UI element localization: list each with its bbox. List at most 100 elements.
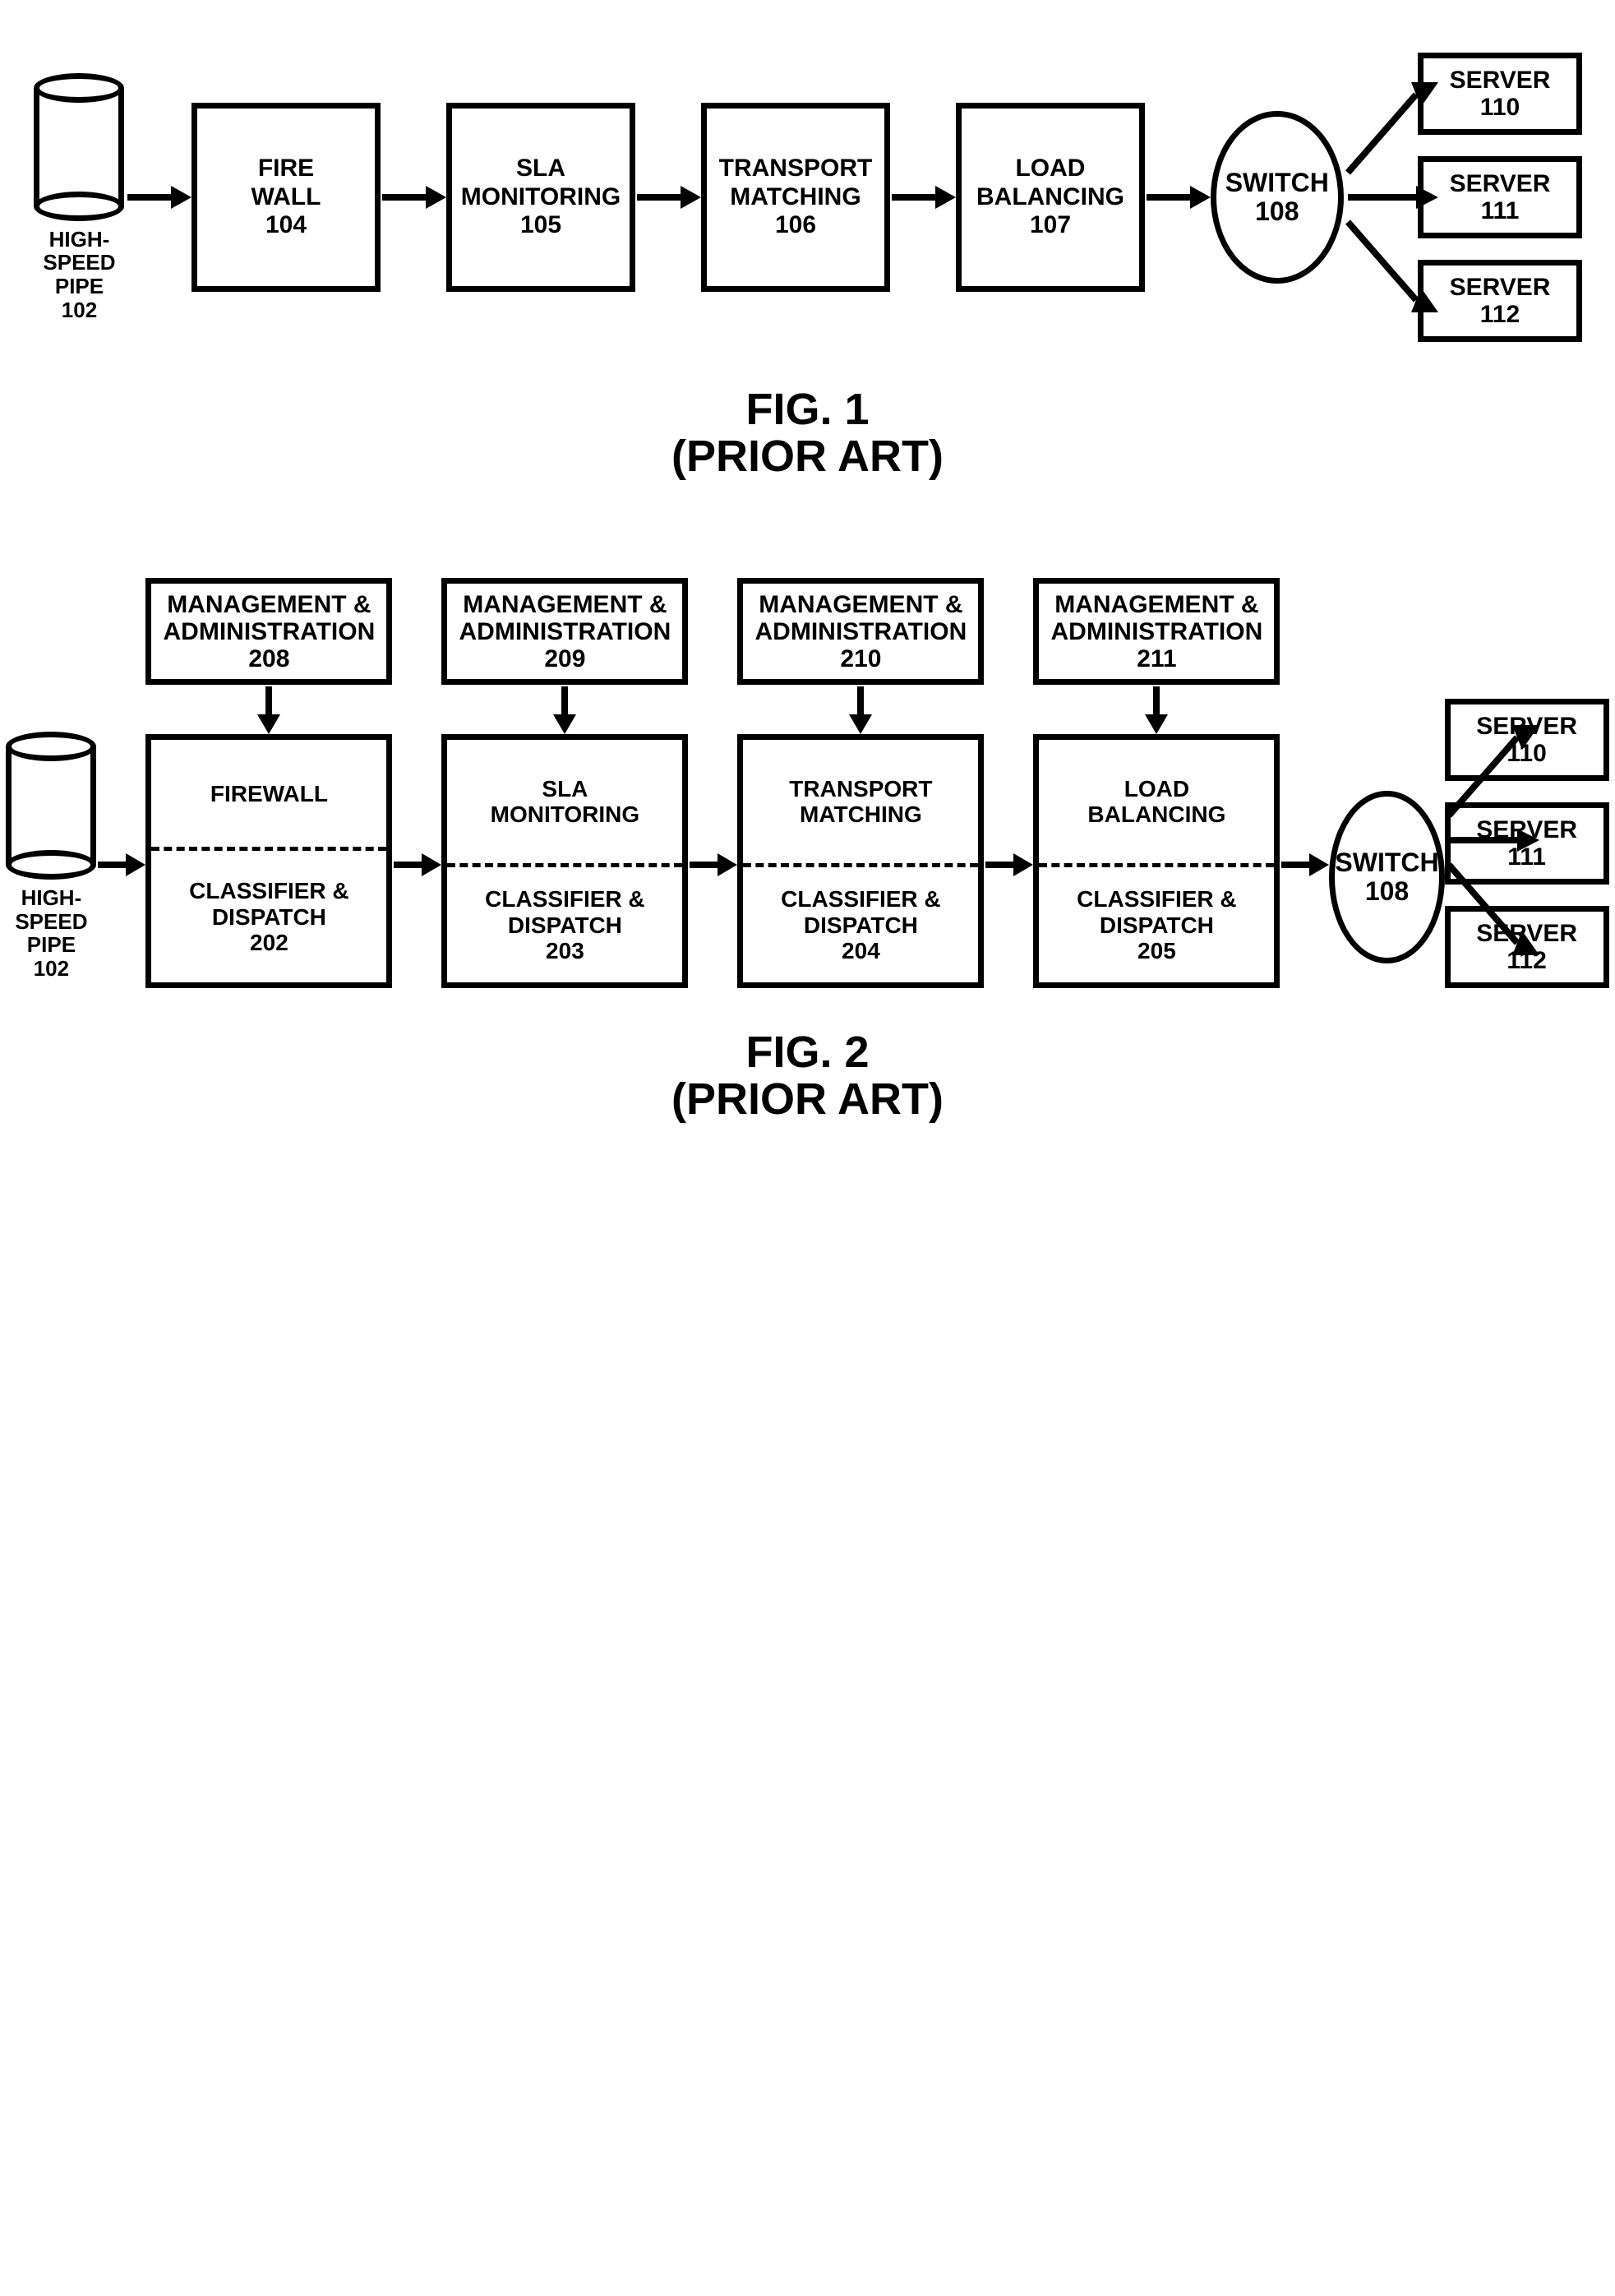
box-line2: WALL bbox=[251, 183, 321, 212]
stack-top-line2: MONITORING bbox=[491, 802, 639, 827]
arrow-right-icon bbox=[688, 848, 737, 881]
load-balancing-box: LOAD BALANCING 107 bbox=[956, 103, 1145, 292]
cd-id: 204 bbox=[842, 938, 880, 963]
server-label: SERVER bbox=[1450, 170, 1551, 197]
box-id: 104 bbox=[265, 211, 307, 240]
caption-line1: FIG. 2 bbox=[745, 1028, 869, 1077]
pipe-label: HIGH-SPEED PIPE 102 bbox=[33, 228, 126, 321]
server-id: 111 bbox=[1481, 197, 1520, 224]
mgmt-id: 211 bbox=[1137, 645, 1176, 672]
caption-line2: (PRIOR ART) bbox=[671, 1074, 944, 1124]
server-box: SERVER 112 bbox=[1418, 260, 1582, 342]
mgmt-admin-box: MANAGEMENT & ADMINISTRATION 211 bbox=[1033, 578, 1280, 685]
servers-column: SERVER 110 SERVER 111 SERVER 112 bbox=[1418, 53, 1582, 342]
figure-caption: FIG. 1 (PRIOR ART) bbox=[33, 386, 1582, 479]
cd-id: 205 bbox=[1137, 938, 1176, 963]
switch-node: SWITCH 108 bbox=[1211, 111, 1344, 284]
mgmt-id: 208 bbox=[248, 645, 289, 672]
box-line1: FIRE bbox=[258, 155, 314, 183]
server-label: SERVER bbox=[1450, 274, 1551, 301]
server-label: SERVER bbox=[1450, 67, 1551, 94]
figure-2: HIGH-SPEED PIPE 102 MANAGEMENT & ADMINIS… bbox=[33, 578, 1582, 1122]
mgmt-line1: MANAGEMENT & bbox=[1054, 591, 1258, 618]
figure-caption: FIG. 2 (PRIOR ART) bbox=[33, 1029, 1582, 1122]
stack-top: FIREWALL bbox=[151, 740, 386, 847]
arrow-right-icon bbox=[1145, 181, 1211, 214]
server-id: 110 bbox=[1480, 94, 1520, 121]
cd-line2: DISPATCH bbox=[508, 912, 622, 938]
mgmt-line1: MANAGEMENT & bbox=[759, 591, 962, 618]
box-line1: TRANSPORT bbox=[719, 155, 873, 183]
fig1-flow-row: HIGH-SPEED PIPE 102 FIRE WALL 104 SLA bbox=[33, 49, 1582, 345]
classifier-dispatch: CLASSIFIER & DISPATCH 203 bbox=[447, 867, 682, 982]
fig1-boxes: FIRE WALL 104 SLA MONITORING 105 TRANSPO… bbox=[191, 103, 1145, 292]
cd-line1: CLASSIFIER & bbox=[485, 886, 644, 912]
arrow-down-icon bbox=[252, 685, 285, 734]
figure-1: HIGH-SPEED PIPE 102 FIRE WALL 104 SLA bbox=[33, 49, 1582, 479]
sla-stack: SLA MONITORING CLASSIFIER & DISPATCH 203 bbox=[441, 734, 688, 988]
mgmt-id: 209 bbox=[544, 645, 585, 672]
stack-top-line1: SLA bbox=[542, 776, 588, 802]
box-line1: LOAD bbox=[1015, 155, 1085, 183]
load-balancing-stack: LOAD BALANCING CLASSIFIER & DISPATCH 205 bbox=[1033, 734, 1280, 988]
box-line2: BALANCING bbox=[976, 183, 1124, 212]
pipe-label-line1: HIGH-SPEED bbox=[43, 227, 115, 275]
pipe-label-line2: PIPE bbox=[55, 274, 104, 298]
switch-node: SWITCH 108 bbox=[1329, 791, 1444, 963]
sla-monitoring-box: SLA MONITORING 105 bbox=[446, 103, 635, 292]
mgmt-line2: ADMINISTRATION bbox=[755, 618, 967, 645]
pipe-label: HIGH-SPEED PIPE 102 bbox=[6, 886, 96, 980]
transport-stack: TRANSPORT MATCHING CLASSIFIER & DISPATCH… bbox=[737, 734, 984, 988]
box-id: 106 bbox=[775, 211, 816, 240]
switch-label: SWITCH bbox=[1335, 848, 1438, 877]
unit-load-balancing: MANAGEMENT & ADMINISTRATION 211 LOAD BAL… bbox=[1033, 578, 1280, 988]
cylinder-icon bbox=[34, 73, 124, 221]
classifier-dispatch: CLASSIFIER & DISPATCH 205 bbox=[1039, 867, 1274, 982]
pipe-id: 102 bbox=[62, 298, 97, 322]
cd-line1: CLASSIFIER & bbox=[1077, 886, 1236, 912]
box-line2: MONITORING bbox=[461, 183, 621, 212]
box-id: 105 bbox=[520, 211, 561, 240]
mgmt-line2: ADMINISTRATION bbox=[1051, 618, 1263, 645]
server-box: SERVER 111 bbox=[1418, 156, 1582, 238]
caption-line1: FIG. 1 bbox=[745, 385, 869, 434]
arrow-down-icon bbox=[1140, 685, 1173, 734]
stack-top: LOAD BALANCING bbox=[1039, 740, 1274, 863]
stack-top-label: FIREWALL bbox=[210, 781, 328, 806]
cylinder-icon bbox=[6, 732, 96, 880]
classifier-dispatch: CLASSIFIER & DISPATCH 202 bbox=[151, 851, 386, 982]
server-id: 112 bbox=[1480, 301, 1520, 328]
stack-top: TRANSPORT MATCHING bbox=[743, 740, 978, 863]
cd-id: 203 bbox=[546, 938, 584, 963]
box-line1: SLA bbox=[516, 155, 565, 183]
transport-matching-box: TRANSPORT MATCHING 106 bbox=[701, 103, 890, 292]
fanout-arrows-icon bbox=[1344, 49, 1418, 345]
fig2-flow-row: HIGH-SPEED PIPE 102 MANAGEMENT & ADMINIS… bbox=[33, 578, 1582, 988]
mgmt-line1: MANAGEMENT & bbox=[463, 591, 667, 618]
caption-line2: (PRIOR ART) bbox=[671, 432, 944, 481]
high-speed-pipe: HIGH-SPEED PIPE 102 bbox=[33, 73, 126, 321]
cd-line1: CLASSIFIER & bbox=[781, 886, 940, 912]
arrow-down-icon bbox=[548, 685, 581, 734]
unit-firewall: MANAGEMENT & ADMINISTRATION 208 FIREWALL… bbox=[145, 578, 392, 988]
arrow-down-icon bbox=[844, 685, 877, 734]
mgmt-line1: MANAGEMENT & bbox=[167, 591, 371, 618]
switch-id: 108 bbox=[1365, 877, 1409, 906]
mgmt-admin-box: MANAGEMENT & ADMINISTRATION 210 bbox=[737, 578, 984, 685]
stack-top-line1: TRANSPORT bbox=[789, 776, 932, 802]
mgmt-line2: ADMINISTRATION bbox=[164, 618, 376, 645]
unit-sla: MANAGEMENT & ADMINISTRATION 209 SLA MONI… bbox=[441, 578, 688, 988]
cd-line1: CLASSIFIER & bbox=[189, 878, 348, 903]
arrow-right-icon bbox=[890, 181, 956, 214]
arrow-right-icon bbox=[984, 848, 1033, 881]
stack-top: SLA MONITORING bbox=[447, 740, 682, 863]
cd-line2: DISPATCH bbox=[1100, 912, 1214, 938]
box-line2: MATCHING bbox=[730, 183, 861, 212]
stack-top-line2: BALANCING bbox=[1087, 802, 1225, 827]
arrow-right-icon bbox=[392, 848, 441, 881]
switch-label: SWITCH bbox=[1225, 169, 1329, 197]
server-box: SERVER 110 bbox=[1418, 53, 1582, 135]
high-speed-pipe: HIGH-SPEED PIPE 102 bbox=[6, 732, 96, 980]
stack-top-line2: MATCHING bbox=[800, 802, 922, 827]
switch-id: 108 bbox=[1255, 197, 1299, 226]
